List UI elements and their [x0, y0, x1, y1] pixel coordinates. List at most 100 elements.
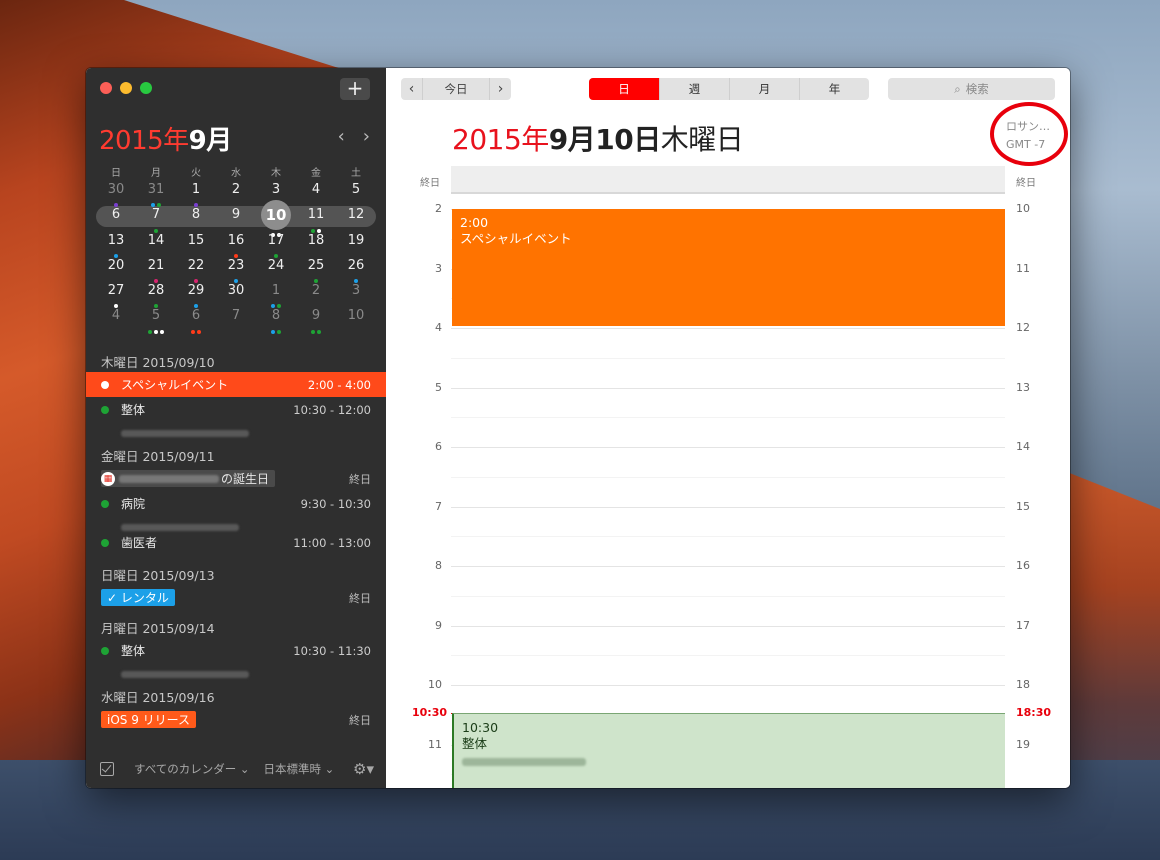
mini-calendar-day[interactable]: 14: [136, 231, 176, 256]
hour-label-right: 10: [1016, 202, 1030, 215]
next-month-button[interactable]: ›: [363, 126, 370, 147]
mini-calendar-day[interactable]: 2: [296, 281, 336, 306]
allday-lane[interactable]: [451, 166, 1005, 194]
event-time: 2:00: [460, 215, 489, 230]
mini-calendar-day[interactable]: 16: [216, 231, 256, 258]
mini-calendar-day[interactable]: 6: [176, 306, 216, 334]
event-dots: [176, 329, 216, 334]
agenda-event-rental[interactable]: ✓ レンタル 終日: [86, 585, 386, 610]
day-number: 26: [347, 257, 365, 273]
agenda-event-time: 2:00 - 4:00: [307, 377, 371, 392]
tab-month[interactable]: 月: [729, 78, 799, 100]
birthday-suffix: の誕生日: [221, 472, 270, 486]
mini-calendar-day[interactable]: 3: [336, 281, 376, 306]
mini-calendar-day[interactable]: 29: [176, 281, 216, 309]
prev-month-button[interactable]: ‹: [338, 126, 345, 147]
mini-calendar-day[interactable]: 12: [336, 205, 376, 230]
agenda-event-dentist[interactable]: 歯医者 11:00 - 13:00: [86, 530, 386, 555]
mini-calendar-day[interactable]: 9: [296, 306, 336, 334]
hour-label-left: 3: [435, 261, 442, 275]
agenda-event-seitai[interactable]: 整体 10:30 - 12:00: [86, 397, 386, 422]
mini-calendar-day[interactable]: 26: [336, 256, 376, 284]
timezone-menu[interactable]: 日本標準時 ⌄: [264, 761, 335, 777]
add-event-button[interactable]: +: [340, 78, 370, 100]
event-seitai[interactable]: 10:30 整体: [452, 713, 1005, 788]
agenda-event-birthday[interactable]: ▦ の誕生日 終日: [86, 466, 386, 491]
hour-label-right: 11: [1016, 261, 1030, 275]
mini-calendar-day[interactable]: 4: [296, 180, 336, 205]
agenda-event-location-redacted: [86, 516, 386, 531]
weekday-label: 水: [231, 168, 241, 179]
mini-calendar-day[interactable]: 30: [96, 180, 136, 208]
mini-calendar-day[interactable]: 19: [336, 231, 376, 256]
mini-calendar-day[interactable]: 23: [216, 256, 256, 284]
minimize-button[interactable]: [120, 82, 132, 94]
day-number: 8: [191, 207, 201, 223]
agenda-event-hospital[interactable]: 病院 9:30 - 10:30: [86, 491, 386, 516]
mini-calendar-day[interactable]: 8: [256, 306, 296, 334]
mini-calendar-day[interactable]: 2: [216, 180, 256, 205]
mini-calendar-day[interactable]: 24: [256, 256, 296, 281]
mini-calendar-day[interactable]: 31: [136, 180, 176, 208]
close-button[interactable]: [100, 82, 112, 94]
agenda-event-seitai-2[interactable]: 整体 10:30 - 11:30: [86, 638, 386, 663]
mini-calendar-day[interactable]: 18: [296, 231, 336, 256]
mini-calendar-day[interactable]: 4: [96, 306, 136, 331]
gear-icon[interactable]: ⚙▾: [353, 760, 374, 778]
mini-calendar-day[interactable]: 17: [256, 231, 296, 258]
event-dot: [191, 329, 195, 334]
search-input[interactable]: ⌕ 検索: [888, 78, 1055, 100]
title-date: 9月10日: [548, 123, 661, 156]
mini-calendar-day[interactable]: 28: [136, 281, 176, 309]
mini-calendar-day[interactable]: 5: [336, 180, 376, 205]
window-controls: [100, 82, 152, 94]
reminders-toggle-icon[interactable]: [100, 762, 114, 776]
event-dot: [277, 329, 281, 334]
agenda-event-ios[interactable]: iOS 9 リリース 終日: [86, 707, 386, 732]
mini-calendar-day[interactable]: 7: [136, 205, 176, 233]
page-title: 2015年9月10日木曜日: [452, 118, 744, 158]
day-number: 22: [187, 257, 205, 273]
tab-day[interactable]: 日: [589, 78, 659, 100]
zoom-button[interactable]: [140, 82, 152, 94]
next-day-button[interactable]: ›: [490, 78, 511, 100]
mini-calendar-day[interactable]: 30: [216, 281, 256, 306]
mini-calendar-day[interactable]: 20: [96, 256, 136, 281]
day-number: 15: [187, 232, 205, 248]
hour-gridline: [451, 685, 1005, 686]
event-location-redacted: [462, 758, 586, 766]
mini-calendar-day[interactable]: 27: [96, 281, 136, 309]
mini-calendar-day[interactable]: 6: [96, 205, 136, 230]
tab-year[interactable]: 年: [799, 78, 869, 100]
calendars-menu[interactable]: すべてのカレンダー ⌄: [134, 761, 250, 777]
event-special[interactable]: 2:00 スペシャルイベント: [452, 209, 1005, 326]
mini-calendar-day[interactable]: 15: [176, 231, 216, 256]
day-number: 25: [307, 257, 325, 273]
tab-week[interactable]: 週: [659, 78, 729, 100]
mini-calendar-day[interactable]: 5: [136, 306, 176, 334]
mini-calendar-day[interactable]: 22: [176, 256, 216, 284]
mini-calendar-day[interactable]: 10: [336, 306, 376, 331]
today-button[interactable]: 今日: [422, 78, 490, 100]
mini-calendar-month: 9月: [188, 126, 233, 156]
mini-calendar-day[interactable]: 25: [296, 256, 336, 284]
day-number: 27: [107, 283, 125, 299]
mini-calendar-day[interactable]: 13: [96, 231, 136, 258]
day-number: 4: [111, 308, 121, 324]
hour-label-left: 7: [435, 499, 442, 513]
mini-calendar-day[interactable]: 7: [216, 306, 256, 331]
mini-calendar-day[interactable]: 1: [176, 180, 216, 208]
hour-label-left: 11: [428, 737, 442, 751]
prev-day-button[interactable]: ‹: [401, 78, 422, 100]
mini-calendar-day[interactable]: 9: [216, 205, 256, 230]
mini-calendar-day[interactable]: 8: [176, 205, 216, 230]
event-bullet: [101, 380, 109, 389]
half-hour-gridline: [451, 417, 1005, 419]
mini-calendar-today[interactable]: 10: [256, 200, 296, 237]
mini-calendar-day[interactable]: 11: [296, 205, 336, 233]
day-number: 18: [307, 232, 325, 248]
event-dots: [256, 329, 296, 334]
agenda-event-special[interactable]: スペシャルイベント 2:00 - 4:00: [86, 372, 386, 397]
mini-calendar-day[interactable]: 21: [136, 256, 176, 284]
mini-calendar-day[interactable]: 1: [256, 281, 296, 309]
